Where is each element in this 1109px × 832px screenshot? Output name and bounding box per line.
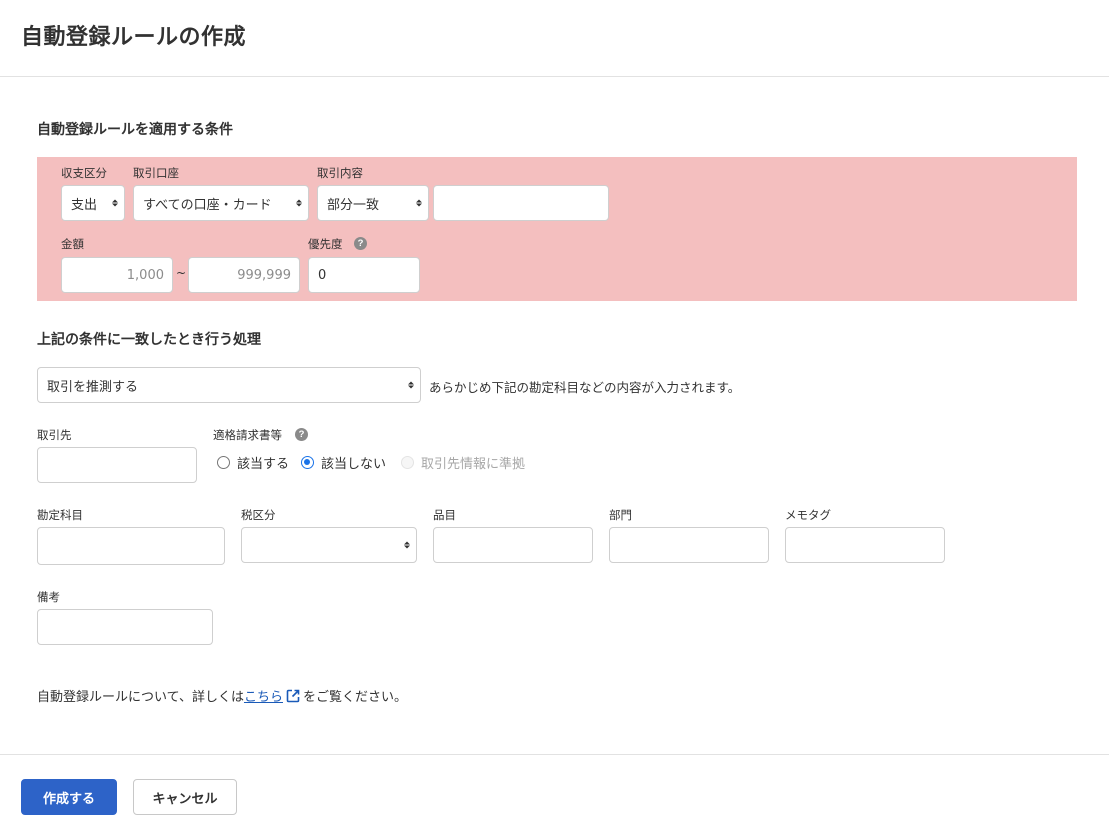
account-select[interactable]: すべての口座・カード (133, 185, 309, 221)
help-footnote: 自動登録ルールについて、詳しくは こちら をご覧ください。 (37, 686, 407, 705)
footnote-after: をご覧ください。 (302, 690, 407, 705)
invoice-radio-follow-partner: 取引先情報に準拠 (401, 453, 525, 472)
invoice-radio-applicable[interactable]: 該当する (217, 453, 289, 472)
section-label: 部門 (609, 508, 632, 522)
invoice-radio-applicable-label: 該当する (237, 457, 290, 472)
action-select[interactable]: 取引を推測する (37, 367, 421, 403)
conditions-section-title: 自動登録ルールを適用する条件 (37, 122, 233, 138)
memo-tag-label: メモタグ (785, 508, 831, 522)
memo-tag-input[interactable] (785, 527, 945, 563)
remarks-input[interactable] (37, 609, 213, 645)
partner-label: 取引先 (37, 428, 72, 442)
income-type-select[interactable]: 支出 (61, 185, 125, 221)
description-label: 取引内容 (317, 166, 363, 180)
action-select-value: 取引を推測する (47, 379, 139, 395)
tax-label: 税区分 (241, 508, 276, 522)
account-value: すべての口座・カード (143, 197, 272, 213)
invoice-radio-not-applicable-label: 該当しない (321, 457, 387, 472)
actions-section-title: 上記の条件に一致したとき行う処理 (37, 332, 261, 348)
invoice-radio-follow-partner-label: 取引先情報に準拠 (421, 457, 526, 472)
select-arrows-icon (404, 541, 410, 549)
priority-input[interactable]: 0 (308, 257, 420, 293)
description-match-value: 部分一致 (327, 197, 380, 213)
select-arrows-icon (416, 199, 422, 207)
amount-range-separator: ~ (176, 266, 187, 280)
select-arrows-icon (408, 381, 414, 389)
section-input[interactable] (609, 527, 769, 563)
account-label: 取引口座 (133, 166, 179, 180)
cancel-button[interactable]: キャンセル (133, 779, 237, 815)
amount-label: 金額 (61, 237, 84, 251)
invoice-radio-not-applicable[interactable]: 該当しない (301, 453, 386, 472)
header-divider (0, 76, 1109, 77)
radio-unchecked-icon[interactable] (217, 456, 230, 469)
help-link[interactable]: こちら (244, 686, 283, 705)
income-type-label: 収支区分 (61, 166, 107, 180)
page-title: 自動登録ルールの作成 (21, 25, 247, 50)
external-link-icon[interactable] (285, 688, 301, 704)
item-label: 品目 (433, 508, 456, 522)
remarks-label: 備考 (37, 590, 60, 604)
income-type-value: 支出 (71, 197, 98, 213)
footnote-before: 自動登録ルールについて、詳しくは (37, 690, 244, 705)
account-item-input[interactable] (37, 527, 225, 565)
tax-select[interactable] (241, 527, 417, 563)
select-arrows-icon (296, 199, 302, 207)
amount-max-input[interactable]: 999,999 (188, 257, 300, 293)
item-input[interactable] (433, 527, 593, 563)
priority-help-icon[interactable]: ? (354, 237, 367, 250)
radio-disabled-icon (401, 456, 414, 469)
action-hint-text: あらかじめ下記の勘定科目などの内容が入力されます。 (429, 380, 741, 395)
description-match-select[interactable]: 部分一致 (317, 185, 429, 221)
footer-divider (0, 754, 1109, 755)
radio-checked-icon[interactable] (301, 456, 314, 469)
partner-input[interactable] (37, 447, 197, 483)
invoice-label: 適格請求書等 (213, 428, 282, 442)
amount-min-input[interactable]: 1,000 (61, 257, 173, 293)
priority-label: 優先度 (308, 237, 343, 251)
select-arrows-icon (112, 199, 118, 207)
create-button[interactable]: 作成する (21, 779, 117, 815)
account-item-label: 勘定科目 (37, 508, 83, 522)
invoice-help-icon[interactable]: ? (295, 428, 308, 441)
description-text-input[interactable] (433, 185, 609, 221)
